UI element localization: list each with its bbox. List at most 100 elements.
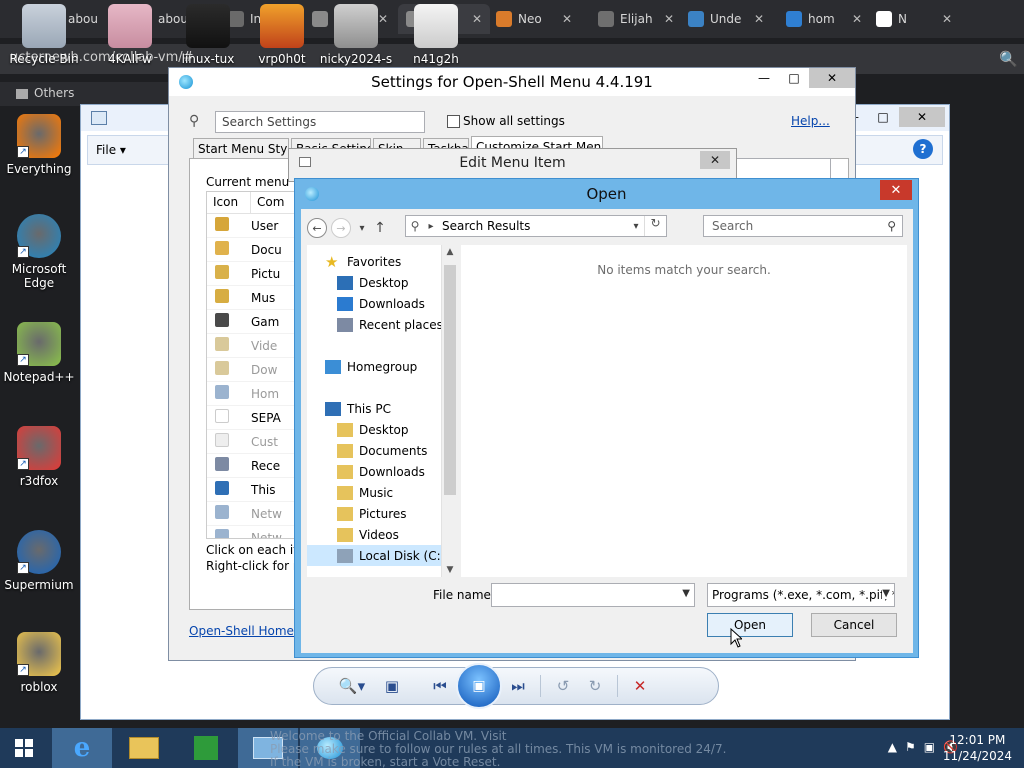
desktop-shortcut[interactable]: n41g2h	[398, 4, 474, 66]
menu-item-row[interactable]: Cust	[207, 430, 295, 454]
previous-button[interactable]: ⏮	[424, 671, 456, 701]
address-dropdown-icon[interactable]: ▾	[628, 221, 644, 232]
browser-tab[interactable]: Unde ✕	[680, 4, 772, 34]
address-box[interactable]: ⚲ ▸ Search Results ▾ ↻	[405, 215, 667, 237]
up-button[interactable]: ↑	[373, 220, 387, 236]
close-button[interactable]: ✕	[899, 107, 945, 127]
internet-explorer-button[interactable]: e	[52, 728, 112, 768]
menu-item-row[interactable]: Netw	[207, 502, 295, 526]
nav-item[interactable]: Downloads	[307, 293, 457, 314]
tab-close-icon[interactable]: ✕	[664, 12, 674, 26]
zoom-button[interactable]: 🔍▾	[336, 671, 368, 701]
close-button[interactable]: ✕	[880, 180, 912, 200]
menu-item-row[interactable]: Hom	[207, 382, 295, 406]
delete-button[interactable]: ✕	[624, 671, 656, 701]
minimize-button[interactable]: —	[749, 68, 779, 88]
maximize-button[interactable]: □	[779, 68, 809, 88]
close-button[interactable]: ✕	[809, 68, 855, 88]
tab-close-icon[interactable]: ✕	[852, 12, 862, 26]
desktop-shortcut[interactable]: ↗ Supermium	[1, 530, 77, 592]
nav-item[interactable]: Local Disk (C:)	[307, 545, 457, 566]
refresh-button[interactable]: ↻	[644, 216, 666, 236]
menu-item-row[interactable]: This	[207, 478, 295, 502]
desktop-shortcut[interactable]: Recycle Bin	[6, 4, 82, 66]
navigation-scrollbar[interactable]: ▲ ▼	[441, 245, 457, 577]
nav-item[interactable]: Desktop	[307, 272, 457, 293]
menu-item-row[interactable]: Rece	[207, 454, 295, 478]
desktop-shortcut[interactable]: ↗ roblox	[1, 632, 77, 694]
show-hidden-icons-icon[interactable]: ▲	[888, 740, 897, 754]
help-link[interactable]: Help...	[791, 114, 830, 128]
actual-size-button[interactable]: ▣	[376, 671, 408, 701]
desktop-shortcut[interactable]: ↗ Notepad++	[1, 322, 77, 384]
scroll-up-icon[interactable]: ▲	[442, 247, 458, 257]
browser-tab[interactable]: hom ✕	[778, 4, 870, 34]
maximize-button[interactable]: □	[869, 107, 897, 127]
column-header-command[interactable]: Com	[251, 192, 295, 213]
cancel-button[interactable]: Cancel	[811, 613, 897, 637]
desktop-shortcut[interactable]: linux-tux	[170, 4, 246, 66]
menu-item-row[interactable]: Netw	[207, 526, 295, 538]
search-settings-input[interactable]: Search Settings	[215, 111, 425, 133]
file-name-input[interactable]: ▼	[491, 583, 695, 607]
column-header-icon[interactable]: Icon	[207, 192, 251, 213]
desktop-shortcut[interactable]: nicky2024-s	[318, 4, 394, 66]
nav-item[interactable]: Music	[307, 482, 457, 503]
tab-close-icon[interactable]: ✕	[754, 12, 764, 26]
nav-item[interactable]: Recent places	[307, 314, 457, 335]
menu-item-row[interactable]: Pictu	[207, 262, 295, 286]
menu-item-row[interactable]: Mus	[207, 286, 295, 310]
show-all-checkbox[interactable]	[447, 115, 460, 128]
bookmark-folder[interactable]: Others	[0, 82, 170, 106]
rotate-left-button[interactable]: ↺	[547, 671, 579, 701]
file-explorer-button[interactable]	[114, 728, 174, 768]
recent-locations-dropdown[interactable]: ▾	[355, 223, 369, 234]
start-button[interactable]	[0, 728, 48, 768]
nav-item[interactable]: Desktop	[307, 419, 457, 440]
nav-item[interactable]: ★ Favorites	[307, 251, 457, 272]
slideshow-button[interactable]: ▣	[456, 663, 502, 709]
desktop-shortcut[interactable]: ↗ Everything	[1, 114, 77, 176]
open-button[interactable]: Open	[707, 613, 793, 637]
desktop-shortcut[interactable]: ↗ Microsoft Edge	[1, 214, 77, 290]
file-menu[interactable]: File ▾	[96, 143, 126, 157]
help-icon[interactable]: ?	[913, 139, 933, 159]
network-icon[interactable]: ▣	[924, 740, 935, 754]
nav-item[interactable]: This PC	[307, 398, 457, 419]
menu-item-row[interactable]: SEPA	[207, 406, 295, 430]
file-type-select[interactable]: Programs (*.exe, *.com, *.pif, *. ▼	[707, 583, 895, 607]
back-button[interactable]: ←	[307, 218, 327, 238]
nav-item[interactable]: Documents	[307, 440, 457, 461]
desktop-shortcut[interactable]: 4KAIFw	[92, 4, 168, 66]
clock[interactable]: 12:01 PM 11/24/2024	[943, 732, 1012, 764]
nav-item[interactable]: Homegroup	[307, 356, 457, 377]
nav-item[interactable]: Downloads	[307, 461, 457, 482]
breadcrumb-arrow-icon[interactable]: ▸	[424, 221, 438, 232]
search-input[interactable]: Search ⚲	[703, 215, 903, 237]
desktop-shortcut[interactable]: ↗ r3dfox	[1, 426, 77, 488]
tab-close-icon[interactable]: ✕	[562, 12, 572, 26]
chevron-down-icon[interactable]: ▼	[682, 588, 690, 599]
menu-item-row[interactable]: Dow	[207, 358, 295, 382]
zoom-icon[interactable]: 🔍	[999, 50, 1018, 68]
store-button[interactable]	[176, 728, 236, 768]
desktop-shortcut[interactable]: vrp0h0t	[244, 4, 320, 66]
menu-item-row[interactable]: Docu	[207, 238, 295, 262]
browser-tab[interactable]: Elijah ✕	[590, 4, 682, 34]
next-button[interactable]: ⏭	[502, 671, 534, 701]
browser-tab[interactable]: Neo ✕	[488, 4, 580, 34]
rotate-right-button[interactable]: ↻	[579, 671, 611, 701]
nav-item[interactable]: Videos	[307, 524, 457, 545]
nav-item[interactable]: Pictures	[307, 503, 457, 524]
browser-tab[interactable]: N ✕	[868, 4, 960, 34]
close-button[interactable]: ✕	[700, 151, 730, 169]
menu-item-row[interactable]: Vide	[207, 334, 295, 358]
file-list-pane[interactable]: No items match your search.	[461, 245, 907, 577]
scrollbar-thumb[interactable]	[444, 265, 456, 495]
menu-item-row[interactable]: User	[207, 214, 295, 238]
tab-close-icon[interactable]: ✕	[942, 12, 952, 26]
tab-start-menu-style[interactable]: Start Menu Style	[193, 138, 289, 158]
flag-icon[interactable]: ⚑	[905, 740, 916, 754]
homepage-link[interactable]: Open-Shell Homepa	[189, 624, 309, 638]
menu-item-row[interactable]: Gam	[207, 310, 295, 334]
